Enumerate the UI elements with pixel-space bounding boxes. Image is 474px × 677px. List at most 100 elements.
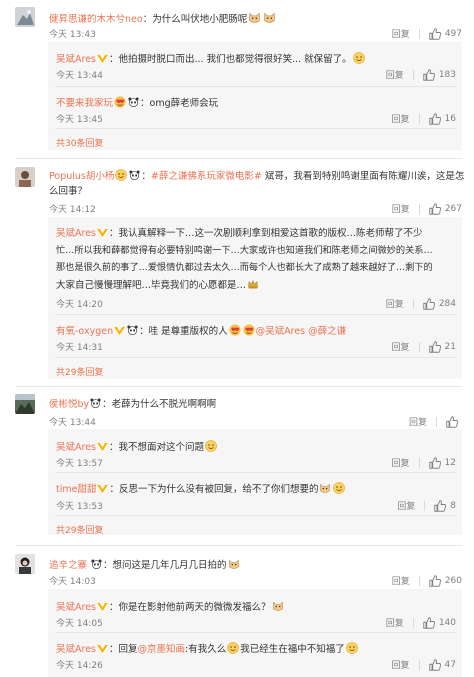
reply-button[interactable]: 回复 [392, 27, 410, 40]
like-button[interactable]: 47 [429, 659, 456, 671]
divider [55, 314, 456, 315]
like-button[interactable]: 21 [429, 341, 456, 353]
like-button[interactable]: 267 [429, 203, 462, 215]
heart-eyes-emoji-icon [243, 324, 255, 336]
thumb-up-icon [429, 457, 441, 469]
action-divider [418, 203, 420, 214]
comment-actions: 回复 260 [392, 574, 462, 587]
reply-button[interactable]: 回复 [386, 616, 404, 629]
avatar[interactable] [15, 394, 35, 414]
user-name[interactable]: 吴斌Ares [56, 644, 96, 655]
emoji-icon [205, 440, 217, 452]
reply-text: 大家自己慢慢理解吧…毕竟我们的心愿都是… [56, 280, 247, 291]
reply-actions: 回复 12 [392, 456, 456, 469]
reply-line: 大家自己慢慢理解吧…毕竟我们的心愿都是… [56, 276, 260, 291]
like-button[interactable]: 284 [423, 298, 456, 310]
mention-link[interactable]: @薛之谦 [308, 326, 346, 337]
vip-badge-icon [97, 228, 108, 237]
like-button[interactable]: 12 [429, 457, 456, 469]
vip-badge-icon [97, 602, 108, 611]
mention-link[interactable]: @京墨知画 [138, 644, 186, 655]
reply-actions: 回复 183 [386, 68, 456, 81]
reply-actions: 回复 140 [386, 616, 456, 629]
reply-line: 吴斌Ares ：你是在影射他前两天的微微发福么？ [56, 598, 285, 613]
divider [55, 632, 456, 633]
like-count: 140 [438, 617, 456, 628]
reply-button[interactable]: 回复 [392, 340, 410, 353]
comment-line: Populus胡小杨 ：#薛之谦佛系玩家微电影# 斌哥，我看到特别鸣谢里面有陈耀川… [49, 169, 465, 182]
action-divider [436, 416, 437, 427]
reply-actions: 回复 16 [392, 112, 456, 125]
action-divider [418, 457, 420, 468]
avatar[interactable] [15, 554, 35, 574]
reply-button[interactable]: 回复 [386, 68, 404, 81]
user-name[interactable]: 不要来我家玩 [56, 98, 113, 109]
like-button[interactable]: 497 [429, 28, 462, 40]
like-button[interactable]: 8 [434, 500, 456, 512]
panda-emoji-icon [90, 398, 101, 408]
reply-line: 不要来我家玩 ：omg薛老师会玩 [56, 94, 218, 109]
more-replies-link[interactable]: 共29条回复 [56, 365, 103, 378]
reply-text: 我已经生在福中不知福了 [240, 644, 345, 655]
user-name[interactable]: 健昇思谦的木木兮neo [49, 14, 143, 25]
reply-text: ：哇 是尊重版权的人 [139, 326, 228, 337]
reply-actions: 回复 284 [386, 297, 456, 310]
like-button[interactable] [446, 416, 462, 428]
reply-button[interactable]: 回复 [397, 499, 415, 512]
user-name[interactable]: 吴斌Ares [56, 228, 96, 239]
reply-button[interactable]: 回复 [392, 574, 410, 587]
reply-button[interactable]: 回复 [392, 658, 410, 671]
user-name[interactable]: 吴斌Ares [56, 442, 96, 453]
user-name[interactable]: time甜甜 [56, 484, 96, 495]
user-name[interactable]: 吴斌Ares [56, 602, 96, 613]
timestamp: 今天 14:03 [49, 577, 96, 587]
reply-button[interactable]: 回复 [392, 112, 410, 125]
cat-emoji-icon [319, 482, 331, 494]
user-name[interactable]: 有氧-oxygen [56, 326, 113, 337]
like-count: 16 [444, 113, 456, 124]
action-divider [418, 341, 420, 352]
hashtag-link[interactable]: #薛之谦佛系玩家微电影# [151, 171, 262, 182]
reply-text: :有我久么 [185, 644, 227, 655]
more-replies-link[interactable]: 共30条回复 [56, 136, 103, 149]
thumb-up-icon [429, 575, 441, 587]
emoji-icon [228, 558, 240, 570]
reply-button[interactable]: 回复 [392, 202, 410, 215]
more-replies-link[interactable]: 共29条回复 [56, 523, 103, 536]
divider [55, 128, 456, 129]
user-name[interactable]: 侯彬悦by [49, 399, 89, 410]
divider [55, 86, 456, 87]
reply-text: ：你是在影射他前两天的微微发福么？ [109, 602, 271, 613]
reply-text: ：他拍摄时脱口而出... 我们也都觉得很好笑... 就保留了。 [109, 54, 352, 65]
cat-emoji-icon [248, 11, 261, 24]
reply-button[interactable]: 回复 [409, 415, 427, 428]
vip-badge-icon [97, 54, 108, 63]
cat-emoji-icon [263, 11, 276, 24]
timestamp: 今天 14:31 [56, 343, 103, 353]
vip-badge-icon [97, 442, 108, 451]
like-button[interactable]: 16 [429, 113, 456, 125]
like-button[interactable]: 260 [429, 575, 462, 587]
avatar[interactable] [15, 7, 35, 27]
action-divider [418, 575, 420, 586]
thumb-up-icon [429, 659, 441, 671]
like-button[interactable]: 140 [423, 617, 456, 629]
reply-line: 吴斌Ares ：他拍摄时脱口而出... 我们也都觉得很好笑... 就保留了。 [56, 50, 366, 65]
reply-actions: 回复 21 [392, 340, 456, 353]
thumb-up-icon [423, 69, 435, 81]
action-divider [424, 500, 426, 511]
reply-button[interactable]: 回复 [386, 297, 404, 310]
user-name[interactable]: 吴斌Ares [56, 54, 96, 65]
user-name[interactable]: Populus胡小杨 [49, 171, 114, 182]
divider [15, 158, 462, 159]
comment-actions: 回复 497 [392, 27, 462, 40]
mention-link[interactable]: @吴斌Ares [256, 326, 306, 337]
like-button[interactable]: 183 [423, 69, 456, 81]
reply-text: ：反思一下为什么没有被回复，给不了你们想要的 [109, 484, 319, 495]
reply-button[interactable]: 回复 [392, 456, 410, 469]
avatar[interactable] [15, 167, 35, 187]
timestamp: 今天 14:05 [56, 619, 103, 629]
vip-badge-icon [97, 644, 108, 653]
user-name[interactable]: 追辛之寨 [49, 560, 87, 571]
divider [55, 357, 456, 358]
